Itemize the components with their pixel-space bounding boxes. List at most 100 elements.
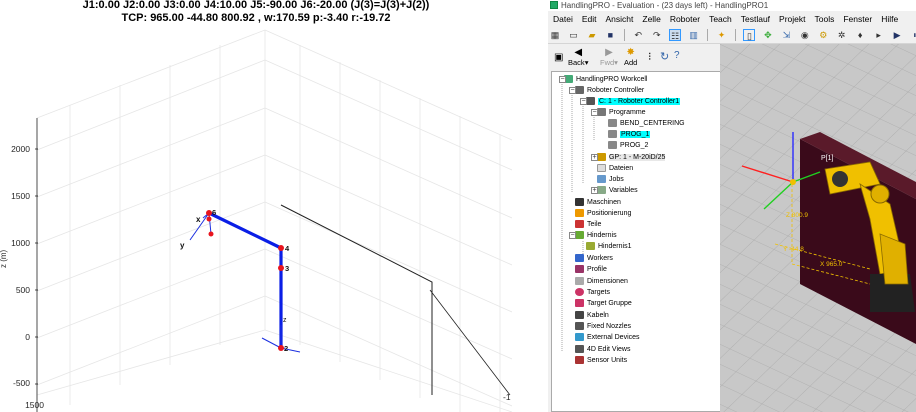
- pointer-icon[interactable]: ▸: [873, 29, 885, 41]
- record-icon[interactable]: ◉: [799, 29, 811, 41]
- menu-tools[interactable]: Tools: [810, 11, 839, 27]
- tree-item-bend-centering[interactable]: BEND_CENTERING: [608, 118, 685, 129]
- robot-plot-panel: J1:0.00 J2:0.00 J3:0.00 J4:10.00 J5:-90.…: [0, 0, 512, 412]
- back-button[interactable]: ◀ Back▾: [568, 47, 588, 67]
- tree-item-profile[interactable]: Profile: [575, 264, 607, 275]
- tree-item-external-devices[interactable]: External Devices: [575, 332, 640, 343]
- expander-programme[interactable]: −: [591, 109, 598, 116]
- plot-box-edges: [36, 118, 511, 412]
- z-tick-1500: 1500: [11, 191, 30, 201]
- menu-roboter[interactable]: Roboter: [665, 11, 704, 27]
- workspace-outline: [280, 204, 433, 395]
- tree-item-programme[interactable]: Programme: [597, 107, 646, 118]
- tree-view-icon[interactable]: ☷: [669, 29, 682, 41]
- dimension-label-x: X 965.0: [820, 261, 843, 268]
- joint-label-2: 2: [284, 344, 288, 353]
- menu-datei[interactable]: Datei: [548, 11, 577, 27]
- lightbulb-icon[interactable]: ✦: [716, 29, 728, 41]
- cell-browser-tree: HandlingPRO Workcell Roboter Controller …: [551, 71, 721, 412]
- variables-icon: [597, 186, 606, 195]
- tree-item-4d-edit-views[interactable]: 4D Edit Views: [575, 344, 630, 355]
- tree-item-workcell[interactable]: HandlingPRO Workcell: [564, 74, 647, 85]
- jog-icon[interactable]: ✥: [762, 29, 774, 41]
- tree-item-dimensionen[interactable]: Dimensionen: [575, 276, 628, 287]
- collision-icon[interactable]: ♦: [854, 29, 866, 41]
- view-icon: [575, 345, 584, 354]
- pause-icon[interactable]: ⏸: [910, 29, 916, 41]
- joint-label-4: 4: [285, 244, 290, 253]
- tree-item-prog-1[interactable]: PROG_1: [608, 129, 651, 140]
- expander-variables[interactable]: +: [591, 187, 598, 194]
- play-icon[interactable]: ▶: [891, 29, 903, 41]
- tree-item-targets[interactable]: Targets: [575, 287, 610, 298]
- x-tick-right: -1: [503, 392, 511, 402]
- menu-edit[interactable]: Edit: [577, 11, 601, 27]
- tree-item-maschinen[interactable]: Maschinen: [575, 197, 621, 208]
- forward-button[interactable]: ▶ Fwd▾: [600, 47, 618, 67]
- open-folder-icon[interactable]: ▰: [586, 29, 598, 41]
- tree-item-jobs[interactable]: Jobs: [597, 174, 624, 185]
- expander-workcell[interactable]: −: [559, 76, 566, 83]
- tree-item-kabeln[interactable]: Kabeln: [575, 310, 609, 321]
- tree-item-variables[interactable]: Variables: [597, 185, 638, 196]
- nozzle-icon: [575, 322, 584, 331]
- tree-item-positionierung[interactable]: Positionierung: [575, 208, 631, 219]
- tree-item-hindernis[interactable]: Hindernis: [575, 230, 617, 241]
- tree-item-teile[interactable]: Teile: [575, 219, 601, 230]
- folder-icon: [597, 108, 606, 117]
- back-arrow-icon: ◀: [574, 47, 583, 58]
- tree-item-roboter-controller[interactable]: Roboter Controller: [575, 85, 644, 96]
- menu-testlauf[interactable]: Testlauf: [736, 11, 774, 27]
- bar-chart-icon[interactable]: ▥: [688, 29, 700, 41]
- z-tick-neg500: -500: [13, 378, 30, 388]
- expander-hindernis[interactable]: −: [569, 232, 576, 239]
- tree-item-gp1-robot[interactable]: GP: 1 - M-20iD/25: [597, 152, 666, 163]
- dimension-icon: [575, 277, 584, 286]
- obstacle-icon: [575, 231, 584, 240]
- menu-ansicht[interactable]: Ansicht: [601, 11, 638, 27]
- sensor-icon: [575, 356, 584, 365]
- menu-bar: Datei Edit Ansicht Zelle Roboter Teach Testlau…: [548, 11, 916, 27]
- properties-icon[interactable]: ⁝: [648, 50, 652, 63]
- robot-tool-icon[interactable]: ⚙: [817, 29, 829, 41]
- expander-controller-1[interactable]: −: [580, 98, 587, 105]
- toolbar-separator: [707, 29, 709, 41]
- tree-item-fixed-nozzles[interactable]: Fixed Nozzles: [575, 321, 631, 332]
- plot-3d-axes[interactable]: 2000 1500 1000 500 0 -500 1500 z (m) -1: [0, 0, 512, 412]
- refresh-icon[interactable]: ↻: [660, 50, 669, 63]
- menu-hilfe[interactable]: Hilfe: [876, 11, 902, 27]
- menu-fenster[interactable]: Fenster: [838, 11, 876, 27]
- save-icon[interactable]: ■: [604, 29, 616, 41]
- worker-icon: [575, 254, 584, 263]
- tree-item-controller-1[interactable]: C: 1 - Roboter Controller1: [586, 96, 681, 107]
- tcp-marker: [208, 231, 214, 237]
- help-icon[interactable]: ?: [674, 50, 680, 61]
- part-icon: [575, 220, 584, 229]
- menu-zelle[interactable]: Zelle: [637, 11, 664, 27]
- tree-item-prog-2[interactable]: PROG_2: [608, 140, 648, 151]
- cell-browser-icon[interactable]: ▣: [554, 52, 563, 63]
- tree-item-dateien[interactable]: Dateien: [597, 163, 633, 174]
- device-icon: [575, 333, 584, 342]
- tree-item-target-gruppe[interactable]: Target Gruppe: [575, 298, 632, 309]
- settings-icon[interactable]: ✲: [836, 29, 848, 41]
- tree-item-sensor-units[interactable]: Sensor Units: [575, 355, 627, 366]
- tree-nav-bar: ▣ ◀ Back▾ ▶ Fwd▾ ✸ Add ⁝ ↻ ?: [548, 44, 720, 71]
- expander-roboter-controller[interactable]: −: [569, 87, 576, 94]
- menu-teach[interactable]: Teach: [704, 11, 736, 27]
- add-button[interactable]: ✸ Add: [624, 47, 637, 67]
- teach-pendant-icon[interactable]: ▯: [743, 29, 756, 41]
- undo-icon[interactable]: ↶: [632, 29, 644, 41]
- grid-icon[interactable]: ▦: [549, 29, 561, 41]
- new-file-icon[interactable]: ▭: [567, 29, 579, 41]
- 3d-cell-viewport[interactable]: P[1] Z 800.9 Y -44.8 X 965.0: [720, 44, 916, 412]
- tree-item-hindernis1[interactable]: Hindernis1: [586, 241, 631, 252]
- redo-icon[interactable]: ↷: [651, 29, 663, 41]
- expander-gp1[interactable]: +: [591, 154, 598, 161]
- menu-projekt[interactable]: Projekt: [774, 11, 809, 27]
- window-titlebar[interactable]: HandlingPRO - Evaluation - (23 days left…: [548, 0, 916, 11]
- tree-item-workers[interactable]: Workers: [575, 253, 613, 264]
- coordinate-icon[interactable]: ⇲: [780, 29, 792, 41]
- forward-arrow-icon: ▶: [605, 47, 613, 58]
- obstacle-item-icon: [586, 242, 595, 251]
